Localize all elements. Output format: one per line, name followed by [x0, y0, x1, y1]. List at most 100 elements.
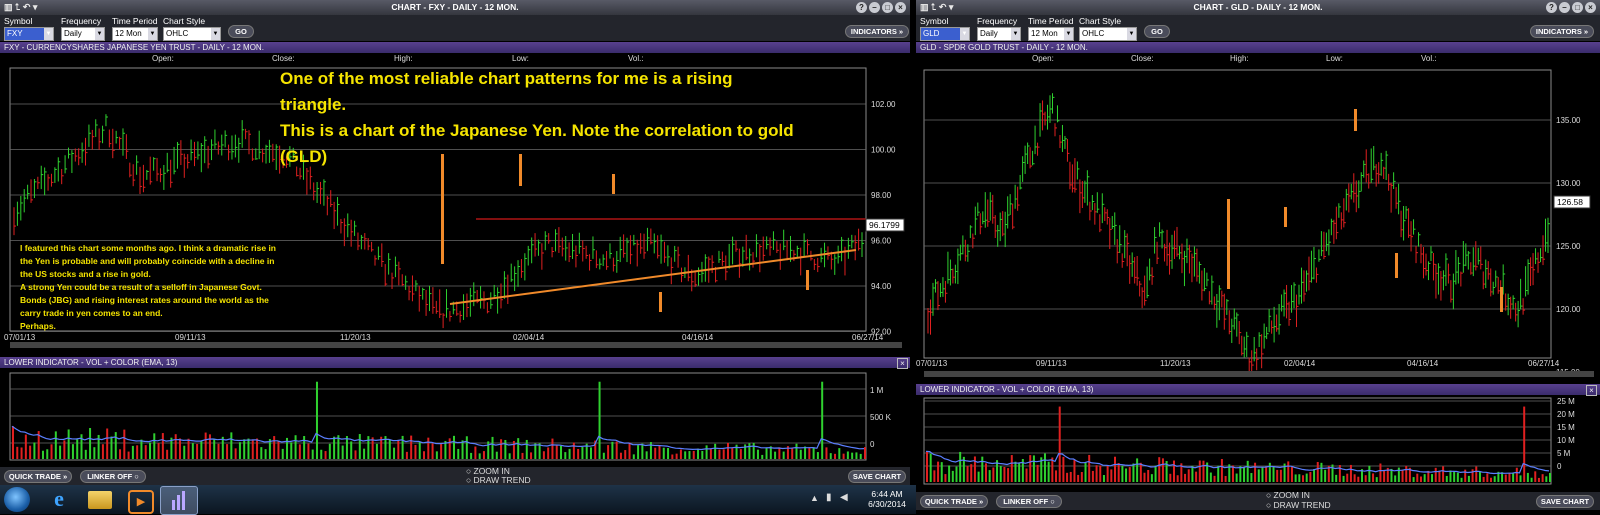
volume-bar: [457, 448, 460, 459]
volume-bar: [692, 450, 695, 459]
undo-icon[interactable]: ↶: [939, 2, 947, 12]
explorer-icon[interactable]: [88, 491, 112, 509]
zoom-in-option[interactable]: ○ ZOOM IN: [1266, 490, 1331, 500]
close-indicator-icon[interactable]: ×: [897, 358, 908, 369]
volume-bar: [1213, 475, 1216, 482]
undo-icon[interactable]: ↶: [23, 2, 31, 12]
media-icon[interactable]: ▶: [128, 490, 154, 514]
close-icon[interactable]: ×: [1585, 2, 1596, 13]
chevron-down-icon[interactable]: ▼: [95, 28, 104, 40]
indicators-button[interactable]: INDICATORS »: [1530, 25, 1594, 38]
date-tick-label: 04/16/14: [682, 333, 714, 342]
symbol-input[interactable]: GLD ▼: [920, 27, 970, 41]
frequency-select[interactable]: Daily ▼: [977, 27, 1021, 41]
help-icon[interactable]: ?: [1546, 2, 1557, 13]
volume-bar: [774, 451, 777, 459]
window-toolbar-icons[interactable]: ▥ ⮤ ↶ ▾: [4, 2, 37, 13]
chevron-down-icon[interactable]: ▼: [1011, 28, 1020, 40]
window-toolbar-icons[interactable]: ▥ ⮤ ↶ ▾: [920, 2, 953, 13]
clock[interactable]: 6:44 AM 6/30/2014: [862, 489, 912, 509]
volume-bar: [714, 443, 717, 459]
volume-bar: [320, 449, 323, 459]
volume-bar: [217, 443, 220, 459]
volume-bar: [1449, 470, 1452, 482]
dropdown-icon[interactable]: ▾: [949, 2, 954, 12]
windows-taskbar: e ▶: [0, 485, 916, 515]
volume-bar: [131, 445, 134, 459]
frequency-field[interactable]: Frequency Daily ▼: [61, 16, 105, 41]
volume-tick-label: 10 M: [1557, 436, 1575, 445]
volume-bar: [829, 453, 832, 459]
volume-tick-label: 5 M: [1557, 449, 1571, 458]
quick-trade-button[interactable]: QUICK TRADE »: [4, 470, 72, 483]
speaker-icon[interactable]: ◀: [840, 492, 848, 503]
indicators-button[interactable]: INDICATORS »: [845, 25, 909, 38]
symbol-field[interactable]: Symbol FXY ▼: [4, 16, 54, 41]
volume-bar: [1058, 406, 1061, 482]
volume-bar: [977, 471, 980, 482]
save-chart-button[interactable]: SAVE CHART: [1536, 495, 1594, 508]
volume-bar: [679, 449, 682, 459]
chevron-down-icon[interactable]: ▼: [960, 28, 969, 40]
price-chart[interactable]: 102.00100.0098.0096.0094.0092.00 96.1799…: [0, 64, 910, 349]
quick-trade-button[interactable]: QUICK TRADE »: [920, 495, 988, 508]
chevron-down-icon[interactable]: ▼: [1127, 28, 1136, 40]
date-tick-label: 09/11/13: [1036, 359, 1067, 368]
frequency-field[interactable]: Frequency Daily ▼: [977, 16, 1021, 41]
volume-bar: [525, 439, 528, 459]
back-arrow-icon[interactable]: ⮤: [15, 2, 20, 12]
style-select[interactable]: OHLC ▼: [1079, 27, 1137, 41]
volume-bar: [748, 443, 751, 459]
price-chart[interactable]: 135.00130.00125.00120.00115.00 126.58 07…: [916, 64, 1600, 378]
go-button[interactable]: GO: [1144, 25, 1170, 38]
style-field[interactable]: Chart Style OHLC ▼: [163, 16, 221, 41]
maximize-icon[interactable]: □: [1572, 2, 1583, 13]
volume-chart[interactable]: 1 M 500 K 0: [0, 369, 910, 464]
horizontal-scrollbar[interactable]: [924, 371, 1594, 377]
chevron-down-icon[interactable]: ▼: [211, 28, 220, 40]
period-select[interactable]: 12 Mon ▼: [1028, 27, 1074, 41]
network-icon[interactable]: ▮: [826, 492, 832, 503]
period-field[interactable]: Time Period 12 Mon ▼: [1028, 16, 1074, 41]
go-button[interactable]: GO: [228, 25, 254, 38]
horizontal-scrollbar[interactable]: [10, 342, 902, 348]
volume-chart[interactable]: 25 M 20 M 15 M 10 M 5 M 0: [916, 396, 1600, 486]
chevron-down-icon[interactable]: ▼: [44, 28, 53, 40]
volume-bar: [410, 435, 413, 459]
date-tick-label: 11/20/13: [1160, 359, 1191, 368]
linker-toggle[interactable]: LINKER OFF ○: [80, 470, 146, 483]
volume-bar: [1335, 474, 1338, 482]
volume-bar: [1412, 477, 1415, 482]
minimize-icon[interactable]: –: [869, 2, 880, 13]
save-chart-button[interactable]: SAVE CHART: [848, 470, 906, 483]
volume-bar: [1541, 474, 1544, 482]
chevron-down-icon[interactable]: ▼: [148, 28, 157, 40]
frequency-select[interactable]: Daily ▼: [61, 27, 105, 41]
volume-bar: [1357, 476, 1360, 482]
style-field[interactable]: Chart Style OHLC ▼: [1079, 16, 1137, 41]
symbol-field[interactable]: Symbol GLD ▼: [920, 16, 970, 41]
maximize-icon[interactable]: □: [882, 2, 893, 13]
style-select[interactable]: OHLC ▼: [163, 27, 221, 41]
chevron-down-icon[interactable]: ▼: [1064, 28, 1073, 40]
period-field[interactable]: Time Period 12 Mon ▼: [112, 16, 158, 41]
draw-trend-option[interactable]: ○ DRAW TREND: [466, 476, 531, 485]
linker-toggle[interactable]: LINKER OFF ○: [996, 495, 1062, 508]
flag-icon[interactable]: ▲: [810, 493, 819, 503]
volume-bar: [1320, 462, 1323, 482]
help-icon[interactable]: ?: [856, 2, 867, 13]
close-icon[interactable]: ×: [895, 2, 906, 13]
volume-bar: [1147, 470, 1150, 482]
symbol-input[interactable]: FXY ▼: [4, 27, 54, 41]
period-select[interactable]: 12 Mon ▼: [112, 27, 158, 41]
minimize-icon[interactable]: –: [1559, 2, 1570, 13]
draw-trend-option[interactable]: ○ DRAW TREND: [1266, 500, 1331, 510]
volume-bar: [89, 428, 92, 459]
ie-icon[interactable]: e: [46, 488, 72, 510]
dropdown-icon[interactable]: ▾: [33, 2, 38, 12]
cycle-marker: [612, 174, 615, 194]
close-indicator-icon[interactable]: ×: [1586, 385, 1597, 396]
back-arrow-icon[interactable]: ⮤: [931, 2, 936, 12]
chart-app-icon[interactable]: [160, 486, 198, 515]
start-orb-icon[interactable]: [4, 487, 30, 512]
